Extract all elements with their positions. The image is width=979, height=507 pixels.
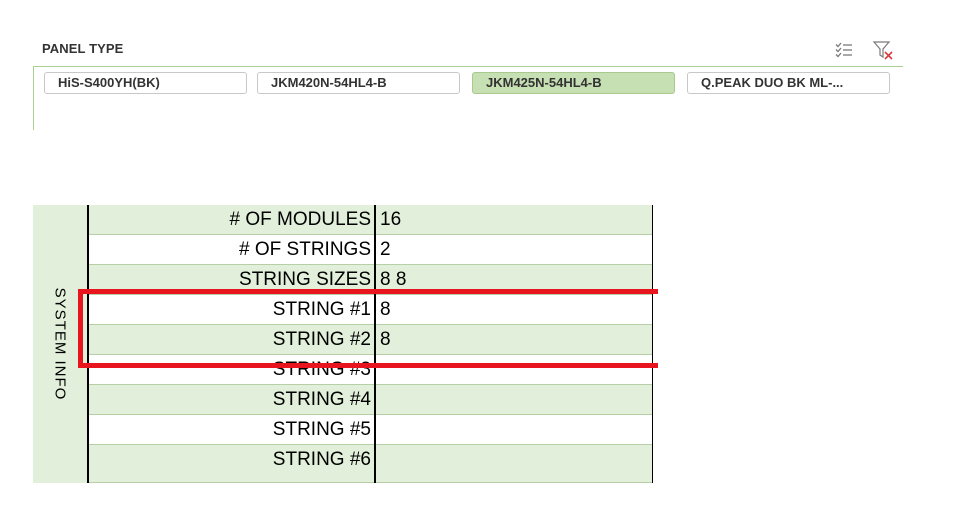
row-label-cell[interactable]: STRING #6: [89, 445, 376, 483]
multi-select-icon[interactable]: [832, 38, 856, 62]
row-label-cell[interactable]: STRING #5: [89, 415, 376, 445]
table-row: STRING #2 8: [89, 325, 652, 355]
clear-filter-icon[interactable]: [871, 38, 895, 62]
table-row: STRING #6: [89, 445, 652, 483]
row-label-cell[interactable]: STRING SIZES: [89, 265, 376, 295]
slicer-item-his-s400yh[interactable]: HiS-S400YH(BK): [44, 72, 247, 94]
system-info-table: SYSTEM INFO # OF MODULES 16 # OF STRINGS…: [33, 205, 653, 483]
slicer-item-jkm425n[interactable]: JKM425N-54HL4-B: [472, 72, 675, 94]
row-value-cell[interactable]: 8: [380, 295, 391, 325]
row-label-cell[interactable]: # OF MODULES: [89, 205, 376, 235]
table-row: STRING SIZES 8 8: [89, 265, 652, 295]
row-label-cell[interactable]: STRING #2: [89, 325, 376, 355]
slicer-header: PANEL TYPE: [33, 34, 903, 67]
spreadsheet-view: PANEL TYPE HiS-S400YH(BK) JKM420N-54HL4-…: [0, 0, 979, 507]
section-label: SYSTEM INFO: [51, 287, 69, 401]
table-row: # OF MODULES 16: [89, 205, 652, 235]
table-row: STRING #4: [89, 385, 652, 415]
slicer-title: PANEL TYPE: [42, 41, 124, 56]
table-row: STRING #3: [89, 355, 652, 385]
row-label-cell[interactable]: STRING #4: [89, 385, 376, 415]
row-value-cell[interactable]: 16: [380, 205, 401, 235]
slicer-border: [33, 66, 34, 130]
table-row: # OF STRINGS 2: [89, 235, 652, 265]
system-info-grid: # OF MODULES 16 # OF STRINGS 2 STRING SI…: [89, 205, 653, 483]
panel-type-slicer: PANEL TYPE HiS-S400YH(BK) JKM420N-54HL4-…: [33, 34, 903, 130]
table-row: STRING #1 8: [89, 295, 652, 325]
row-label-cell[interactable]: STRING #1: [89, 295, 376, 325]
row-label-cell[interactable]: STRING #3: [89, 355, 376, 385]
slicer-item-jkm420n[interactable]: JKM420N-54HL4-B: [257, 72, 460, 94]
row-value-cell[interactable]: 2: [380, 235, 391, 265]
section-label-cell[interactable]: SYSTEM INFO: [33, 205, 89, 483]
slicer-item-qpeak-duo[interactable]: Q.PEAK DUO BK ML-...: [687, 72, 890, 94]
row-value-cell[interactable]: 8 8: [380, 265, 406, 295]
row-label-cell[interactable]: # OF STRINGS: [89, 235, 376, 265]
row-value-cell[interactable]: 8: [380, 325, 391, 355]
table-row: STRING #5: [89, 415, 652, 445]
